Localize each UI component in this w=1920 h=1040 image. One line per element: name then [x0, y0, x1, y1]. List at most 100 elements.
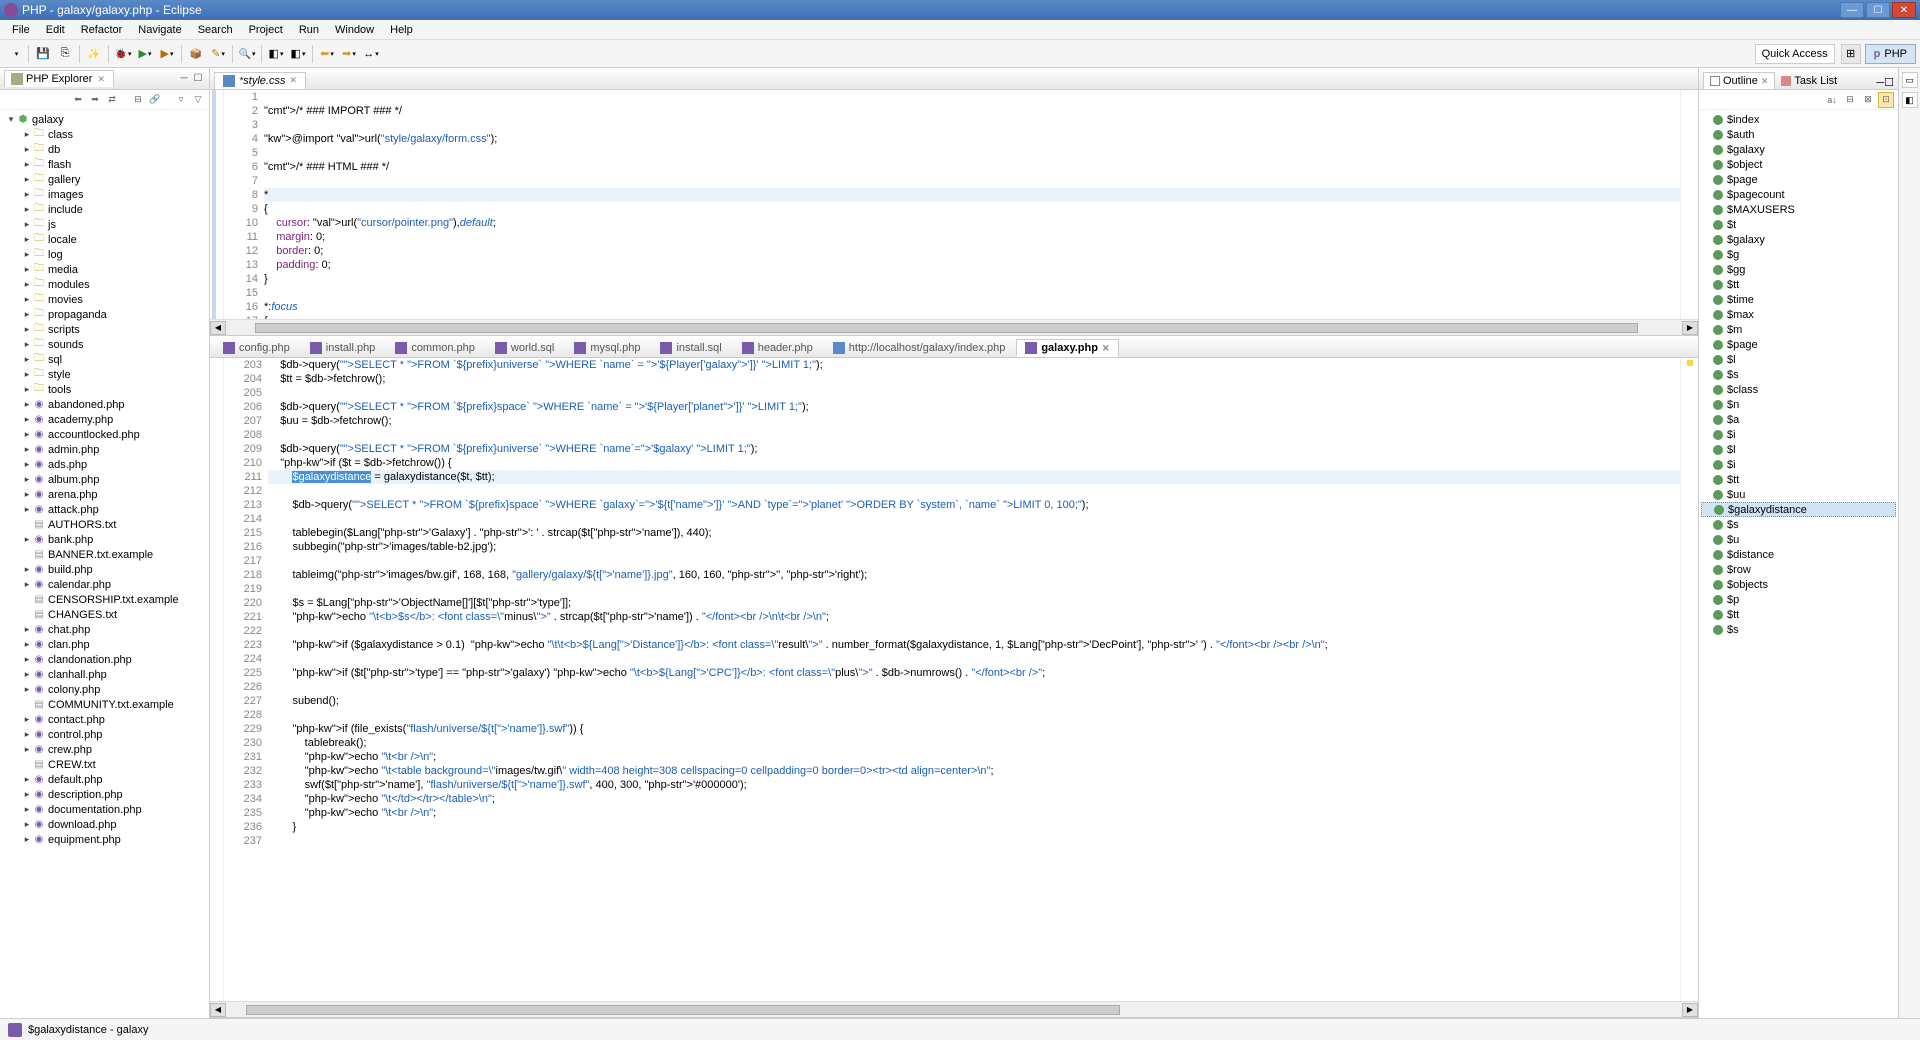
tree-item[interactable]: ▸🗀db [2, 142, 207, 157]
project-tree[interactable]: ▾⬢galaxy▸🗀class▸🗀db▸🗀flash▸🗀gallery▸🗀ima… [0, 110, 209, 1018]
perspective-switcher[interactable]: ⊞ [1841, 44, 1861, 64]
tree-item[interactable]: ▸🗀sql [2, 352, 207, 367]
tree-item[interactable]: ▸🗀scripts [2, 322, 207, 337]
menu-edit[interactable]: Edit [38, 22, 73, 38]
tree-item[interactable]: ▸◉default.php [2, 772, 207, 787]
save-all-button[interactable] [55, 44, 75, 64]
outline-item[interactable]: $m [1701, 322, 1896, 337]
tree-twistie[interactable]: ▸ [22, 174, 32, 185]
menu-refactor[interactable]: Refactor [73, 22, 131, 38]
nav-button[interactable]: ↔▾ [361, 44, 381, 64]
tree-twistie[interactable]: ▸ [22, 534, 32, 545]
outline-item[interactable]: $MAXUSERS [1701, 202, 1896, 217]
tree-item[interactable]: ▸🗀gallery [2, 172, 207, 187]
tree-twistie[interactable]: ▸ [22, 144, 32, 155]
outline-tab[interactable]: Outline ✕ [1703, 72, 1775, 89]
hide-static-button[interactable]: ⊠ [1860, 92, 1876, 108]
outline-item[interactable]: $s [1701, 367, 1896, 382]
php-overview-ruler[interactable] [1680, 358, 1698, 1001]
tree-item[interactable]: ▸◉clanhall.php [2, 667, 207, 682]
tree-item[interactable]: ▸◉contact.php [2, 712, 207, 727]
back-history-button[interactable]: ⬅ [71, 93, 85, 107]
minimize-outline-button[interactable] [1876, 77, 1884, 89]
menu-navigate[interactable]: Navigate [130, 22, 189, 38]
editor-tab[interactable]: mysql.php [565, 339, 649, 357]
menu-window[interactable]: Window [327, 22, 382, 38]
tree-twistie[interactable]: ▸ [22, 204, 32, 215]
outline-item[interactable]: $pagecount [1701, 187, 1896, 202]
editor-tab[interactable]: install.php [301, 339, 385, 357]
tree-twistie[interactable]: ▸ [22, 399, 32, 410]
outline-item[interactable]: $class [1701, 382, 1896, 397]
style-css-tab[interactable]: *style.css ✕ [214, 72, 306, 89]
outline-item[interactable]: $auth [1701, 127, 1896, 142]
outline-item[interactable]: $distance [1701, 547, 1896, 562]
tree-item[interactable]: ▸🗀style [2, 367, 207, 382]
tree-twistie[interactable]: ▸ [22, 384, 32, 395]
menu-run[interactable]: Run [291, 22, 327, 38]
tree-item[interactable]: ▸◉colony.php [2, 682, 207, 697]
tree-twistie[interactable]: ▸ [22, 309, 32, 320]
tree-twistie[interactable]: ▸ [22, 264, 32, 275]
run-button[interactable]: ▾ [135, 44, 155, 64]
tree-item[interactable]: ▸◉accountlocked.php [2, 427, 207, 442]
tree-twistie[interactable]: ▸ [22, 414, 32, 425]
tree-item[interactable]: ▤CREW.txt [2, 757, 207, 772]
tree-twistie[interactable]: ▸ [22, 804, 32, 815]
tree-twistie[interactable]: ▸ [22, 294, 32, 305]
css-horizontal-scrollbar[interactable]: ◀ ▶ [210, 319, 1698, 335]
tree-item[interactable]: ▸◉equipment.php [2, 832, 207, 847]
tree-item[interactable]: ▸🗀include [2, 202, 207, 217]
tree-twistie[interactable]: ▸ [22, 789, 32, 800]
outline-item[interactable]: $page [1701, 172, 1896, 187]
outline-item[interactable]: $i [1701, 427, 1896, 442]
sort-button[interactable]: a↓ [1824, 92, 1840, 108]
scroll-left-arrow[interactable]: ◀ [210, 321, 226, 335]
task-list-tab[interactable]: Task List [1775, 73, 1843, 89]
outline-item[interactable]: $index [1701, 112, 1896, 127]
close-outline-tab[interactable]: ✕ [1761, 76, 1769, 87]
tree-twistie[interactable]: ▸ [22, 744, 32, 755]
debug-button[interactable]: ▾ [113, 44, 133, 64]
tree-twistie[interactable]: ▸ [22, 444, 32, 455]
tree-item[interactable]: ▸◉description.php [2, 787, 207, 802]
outline-item[interactable]: $s [1701, 622, 1896, 637]
tree-item[interactable]: ▸🗀class [2, 127, 207, 142]
tree-twistie[interactable]: ▸ [22, 624, 32, 635]
wand-button[interactable] [84, 44, 104, 64]
tree-twistie[interactable]: ▸ [22, 564, 32, 575]
scroll-right-arrow[interactable]: ▶ [1682, 321, 1698, 335]
editor-tab[interactable]: common.php [386, 339, 484, 357]
tree-twistie[interactable]: ▸ [22, 474, 32, 485]
tree-item[interactable]: ▸🗀movies [2, 292, 207, 307]
tree-twistie[interactable]: ▸ [22, 234, 32, 245]
editor-tab[interactable]: install.sql [651, 339, 730, 357]
link-with-editor-button[interactable]: 🔗 [148, 93, 162, 107]
outline-item[interactable]: $object [1701, 157, 1896, 172]
tree-twistie[interactable]: ▸ [22, 639, 32, 650]
outline-item[interactable]: $a [1701, 412, 1896, 427]
maximize-outline-button[interactable] [1884, 76, 1894, 89]
maximize-panel-button[interactable] [191, 72, 205, 86]
editor-tab[interactable]: config.php [214, 339, 299, 357]
minimize-panel-button[interactable] [177, 72, 191, 86]
outline-item[interactable]: $galaxydistance [1701, 502, 1896, 517]
minimized-view-button[interactable]: ◧ [1902, 92, 1918, 108]
tree-twistie[interactable]: ▸ [22, 714, 32, 725]
tree-item[interactable]: ▸🗀log [2, 247, 207, 262]
save-button[interactable] [33, 44, 53, 64]
tree-twistie[interactable]: ▸ [22, 774, 32, 785]
close-tab-button[interactable]: ✕ [1102, 343, 1110, 354]
hide-non-public-button[interactable]: ⊡ [1878, 92, 1894, 108]
tree-item[interactable]: ▸◉calendar.php [2, 577, 207, 592]
editor-tab[interactable]: http://localhost/galaxy/index.php [824, 339, 1015, 357]
tree-item[interactable]: ▸🗀images [2, 187, 207, 202]
tree-twistie[interactable]: ▸ [22, 369, 32, 380]
quick-access-field[interactable]: Quick Access [1755, 44, 1835, 64]
outline-item[interactable]: $uu [1701, 487, 1896, 502]
outline-item[interactable]: $max [1701, 307, 1896, 322]
php-perspective-button[interactable]: p PHP [1865, 44, 1916, 64]
tree-item[interactable]: ▸🗀sounds [2, 337, 207, 352]
editor-tab[interactable]: world.sql [486, 339, 563, 357]
outline-item[interactable]: $gg [1701, 262, 1896, 277]
